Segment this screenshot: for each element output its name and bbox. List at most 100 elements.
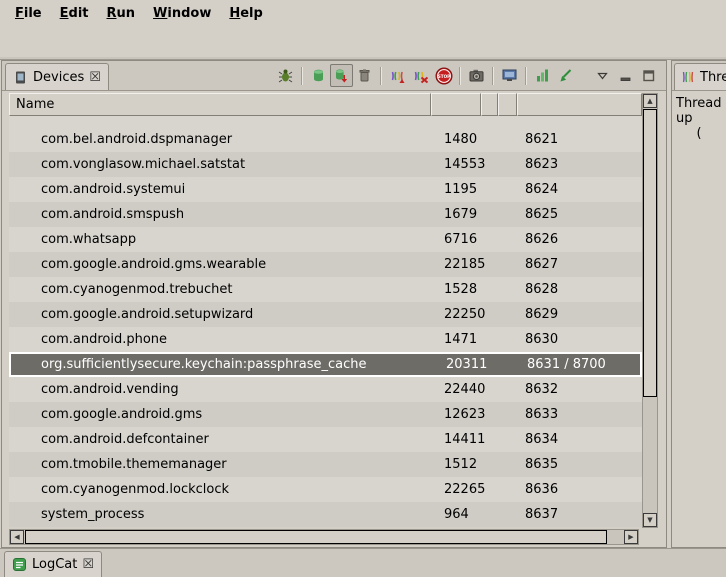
column-header-port[interactable] xyxy=(517,93,642,116)
process-port: 8637 xyxy=(517,507,642,522)
view-window-controls xyxy=(591,64,660,87)
scroll-right-icon[interactable]: ▶ xyxy=(624,530,638,544)
process-port: 8636 xyxy=(517,482,642,497)
logcat-strip: LogCat ☒ xyxy=(0,548,726,577)
process-pid: 20311 xyxy=(433,357,483,372)
stop-process-icon[interactable]: STOP xyxy=(432,64,455,87)
table-row[interactable]: com.android.vending 22440 8632 xyxy=(9,377,642,402)
process-port: 8634 xyxy=(517,432,642,447)
menu-item[interactable]: File xyxy=(6,3,51,24)
process-name: com.google.android.gms.wearable xyxy=(9,257,431,272)
menu-item[interactable]: Help xyxy=(220,3,271,24)
minimize-icon[interactable] xyxy=(614,64,637,87)
process-pid: 1679 xyxy=(431,207,481,222)
screen-record-icon[interactable] xyxy=(498,64,521,87)
process-port: 8625 xyxy=(517,207,642,222)
tab-devices-label: Devices xyxy=(33,70,84,85)
column-header-name[interactable]: Name xyxy=(9,93,431,116)
process-pid: 1480 xyxy=(431,132,481,147)
process-port: 8621 xyxy=(517,132,642,147)
process-port: 8632 xyxy=(517,382,642,397)
close-icon[interactable]: ☒ xyxy=(89,71,101,84)
process-name: com.android.smspush xyxy=(9,207,431,222)
table-row[interactable]: system_process 964 8637 xyxy=(9,502,642,527)
logcat-icon xyxy=(12,557,27,572)
debug-process-icon[interactable] xyxy=(274,64,297,87)
process-table: Name com.bel.android.dspmanager 1480 862… xyxy=(9,93,658,545)
process-port: 8633 xyxy=(517,407,642,422)
horizontal-scroll-thumb[interactable] xyxy=(25,530,607,544)
toolbar-separator xyxy=(492,67,494,85)
table-row[interactable]: com.android.phone 1471 8630 xyxy=(9,327,642,352)
tab-devices[interactable]: Devices ☒ xyxy=(5,63,109,90)
process-pid: 1471 xyxy=(431,332,481,347)
process-name: com.bel.android.dspmanager xyxy=(9,132,431,147)
scroll-left-icon[interactable]: ◀ xyxy=(10,530,24,544)
horizontal-scrollbar[interactable]: ◀ ▶ xyxy=(9,529,639,545)
table-row[interactable]: com.android.systemui 1195 8624 xyxy=(9,177,642,202)
process-port: 8631 / 8700 xyxy=(519,357,640,372)
process-name: com.vonglasow.michael.satstat xyxy=(9,157,431,172)
update-threads-icon[interactable] xyxy=(386,64,409,87)
devices-tabstrip: Devices ☒ STOP xyxy=(2,61,666,91)
table-row[interactable]: com.tmobile.thememanager 1512 8635 xyxy=(9,452,642,477)
table-header: Name xyxy=(9,93,642,116)
table-row[interactable]: com.android.defcontainer 14411 8634 xyxy=(9,427,642,452)
devices-toolbar: STOP xyxy=(274,64,660,87)
table-row[interactable]: com.bel.android.dspmanager 1480 8621 xyxy=(9,127,642,152)
table-row[interactable]: com.cyanogenmod.lockclock 22265 8636 xyxy=(9,477,642,502)
scroll-up-icon[interactable]: ▲ xyxy=(643,94,657,108)
toolbar-separator xyxy=(301,67,303,85)
process-pid: 22265 xyxy=(431,482,481,497)
table-row[interactable]: com.google.android.gms.wearable 22185 86… xyxy=(9,252,642,277)
process-name: system_process xyxy=(9,507,431,522)
process-port: 8626 xyxy=(517,232,642,247)
table-row[interactable]: com.whatsapp 6716 8626 xyxy=(9,227,642,252)
devices-view: Devices ☒ STOP xyxy=(1,60,667,548)
system-info-icon[interactable] xyxy=(531,64,554,87)
menu-bar: FileEditRunWindowHelp xyxy=(0,0,726,26)
scroll-down-icon[interactable]: ▼ xyxy=(643,513,657,527)
process-name: com.google.android.setupwizard xyxy=(9,307,431,322)
process-pid: 1512 xyxy=(431,457,481,472)
method-profiling-icon[interactable] xyxy=(554,64,577,87)
process-port: 8635 xyxy=(517,457,642,472)
process-name: com.cyanogenmod.lockclock xyxy=(9,482,431,497)
menu-item[interactable]: Run xyxy=(98,3,145,24)
table-row[interactable]: com.google.android.setupwizard 22250 862… xyxy=(9,302,642,327)
svg-text:STOP: STOP xyxy=(437,73,450,78)
process-port: 8628 xyxy=(517,282,642,297)
table-row[interactable]: com.google.android.gms 12623 8633 xyxy=(9,402,642,427)
toolbar-separator xyxy=(525,67,527,85)
vertical-scrollbar[interactable]: ▲ ▼ xyxy=(642,93,658,528)
column-header-status1[interactable] xyxy=(481,93,498,116)
column-header-pid[interactable] xyxy=(431,93,481,116)
vertical-scroll-thumb[interactable] xyxy=(643,109,657,397)
cause-gc-icon[interactable] xyxy=(353,64,376,87)
column-header-status2[interactable] xyxy=(498,93,517,116)
process-name: com.android.systemui xyxy=(9,182,431,197)
table-row[interactable]: com.cyanogenmod.trebuchet 1528 8628 xyxy=(9,277,642,302)
close-icon[interactable]: ☒ xyxy=(82,558,94,571)
update-heap-icon[interactable] xyxy=(307,64,330,87)
device-icon xyxy=(13,70,28,85)
threads-view: Threads Thread up ( xyxy=(671,60,726,548)
threads-icon xyxy=(681,70,695,84)
tab-logcat[interactable]: LogCat ☒ xyxy=(4,551,102,577)
screen-capture-icon[interactable] xyxy=(465,64,488,87)
table-row[interactable]: com.vonglasow.michael.satstat 14553 8623 xyxy=(9,152,642,177)
menu-item[interactable]: Window xyxy=(144,3,220,24)
process-pid: 22250 xyxy=(431,307,481,322)
menu-item[interactable]: Edit xyxy=(51,3,98,24)
tab-threads[interactable]: Threads xyxy=(674,63,726,90)
process-name: org.sufficientlysecure.keychain:passphra… xyxy=(11,357,433,372)
maximize-icon[interactable] xyxy=(637,64,660,87)
view-menu-icon[interactable] xyxy=(591,64,614,87)
process-name: com.android.defcontainer xyxy=(9,432,431,447)
dump-hprof-icon[interactable] xyxy=(330,64,353,87)
stop-method-profiling-icon[interactable] xyxy=(409,64,432,87)
table-row[interactable]: org.sufficientlysecure.keychain:passphra… xyxy=(9,352,642,377)
table-body: com.bel.android.dspmanager 1480 8621 com… xyxy=(9,116,642,528)
table-row[interactable]: com.android.smspush 1679 8625 xyxy=(9,202,642,227)
process-pid: 6716 xyxy=(431,232,481,247)
